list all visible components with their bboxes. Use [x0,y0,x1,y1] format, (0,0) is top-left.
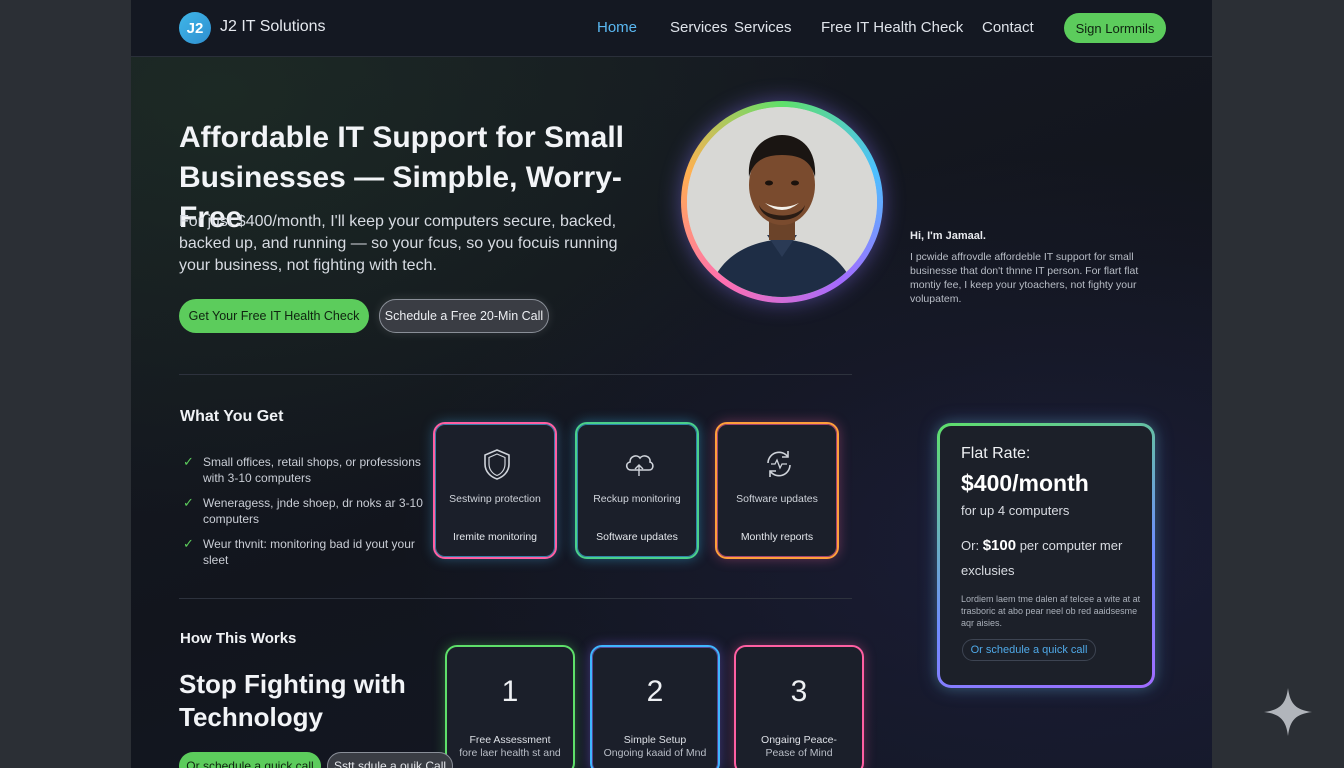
check-icon: ✓ [183,495,194,510]
feature-title: Sestwinp protection [449,493,541,505]
health-check-button[interactable]: Get Your Free IT Health Check [179,299,369,333]
hero-subtitle: For just $400/month, I'll keep your comp… [179,213,618,274]
step-card[interactable]: 3 Ongaing Peace- Pease of Mind [734,645,864,768]
what-you-get-heading: What You Get [180,408,284,425]
how-it-works-title: Stop Fighting with Technology [179,669,406,732]
nav-contact[interactable]: Contact [982,19,1034,36]
schedule-call-secondary-button[interactable]: Sstt sdule a ouik Call [327,752,453,768]
brand-name[interactable]: J2 IT Solutions [220,18,326,36]
list-item: ✓ Small offices, retail shops, or profess… [183,454,421,485]
pricing-alt-prefix: Or: [961,538,980,553]
feature-title: Reckup monitoring [593,493,681,505]
benefit-list: ✓ Small offices, retail shops, or profess… [183,454,423,577]
step-title: Ongaing Peace- [761,734,837,746]
divider [179,598,852,599]
nav-cta-button[interactable]: Sign Lormnils [1064,13,1166,43]
step-subtitle: Pease of Mind [765,747,833,759]
avatar [687,107,877,297]
pricing-label: Flat Rate: [961,445,1031,462]
step-number: 1 [501,675,519,708]
intro-greeting: Hi, I'm Jamaal. [910,230,986,242]
pricing-price: $400/month [961,470,1089,496]
pricing-alt-price: $100 [982,537,1017,554]
schedule-call-button[interactable]: Schedule a Free 20-Min Call [379,299,549,333]
step-title: Simple Setup [623,734,687,746]
feature-title: Software updates [736,493,818,505]
nav-services-2[interactable]: Services [734,19,792,36]
logo-badge[interactable]: J2 [179,12,211,44]
nav-home[interactable]: Home [597,19,637,36]
intro-text: I pcwide affrovdle affordeble IT support… [910,251,1139,305]
list-item: ✓ Weneragess, jnde shoep, dr noks ar 3-10… [183,495,423,526]
refresh-icon [767,451,791,477]
feature-card[interactable]: Reckup monitoring Software updates [575,422,699,559]
shield-icon [484,449,510,480]
pricing-quick-call-link[interactable]: Or schedule a quick call [962,639,1096,661]
quick-call-button[interactable]: Or schedule a quick call [179,752,321,768]
pricing-note: Lordiem laem tme dalen af telcee a wite … [961,594,1141,628]
cloud-icon [625,455,654,476]
top-nav: J2 J2 IT Solutions Home Services Service… [131,0,1212,57]
divider [179,374,852,375]
sparkle-icon [1264,688,1312,736]
pricing-alternative: Or: $100 per computer mer exclusies [961,533,1141,583]
feature-caption: Iremite monitoring [452,531,538,543]
check-icon: ✓ [183,454,194,469]
portrait-ring [681,101,883,303]
step-number: 3 [790,675,808,708]
person-portrait-icon [687,107,877,297]
pricing-card: Flat Rate: $400/month for up 4 computers… [937,423,1155,688]
check-icon: ✓ [183,536,194,551]
feature-card[interactable]: Sestwinp protection Iremite monitoring [433,422,557,559]
step-number: 2 [646,675,664,708]
feature-card[interactable]: Software updates Monthly reports [715,422,839,559]
feature-caption: Monthly reports [740,531,814,543]
list-item: ✓ Weur thvnit: monitoring bad id yout you… [183,536,415,567]
page: J2 J2 IT Solutions Home Services Service… [131,0,1212,768]
step-subtitle: fore laer health st and [459,747,561,759]
nav-health-check[interactable]: Free IT Health Check [821,19,963,36]
step-card[interactable]: 2 Simple Setup Ongoing kaaid of Mnd [590,645,720,768]
how-it-works-heading: How This Works [180,630,297,647]
step-subtitle: Ongoing kaaid of Mnd [603,747,707,759]
step-title: Free Assessment [469,734,551,746]
feature-caption: Software updates [596,531,678,543]
pricing-subtitle: for up 4 computers [961,503,1070,518]
step-card[interactable]: 1 Free Assessment fore laer health st an… [445,645,575,768]
nav-services[interactable]: Services [670,19,728,36]
